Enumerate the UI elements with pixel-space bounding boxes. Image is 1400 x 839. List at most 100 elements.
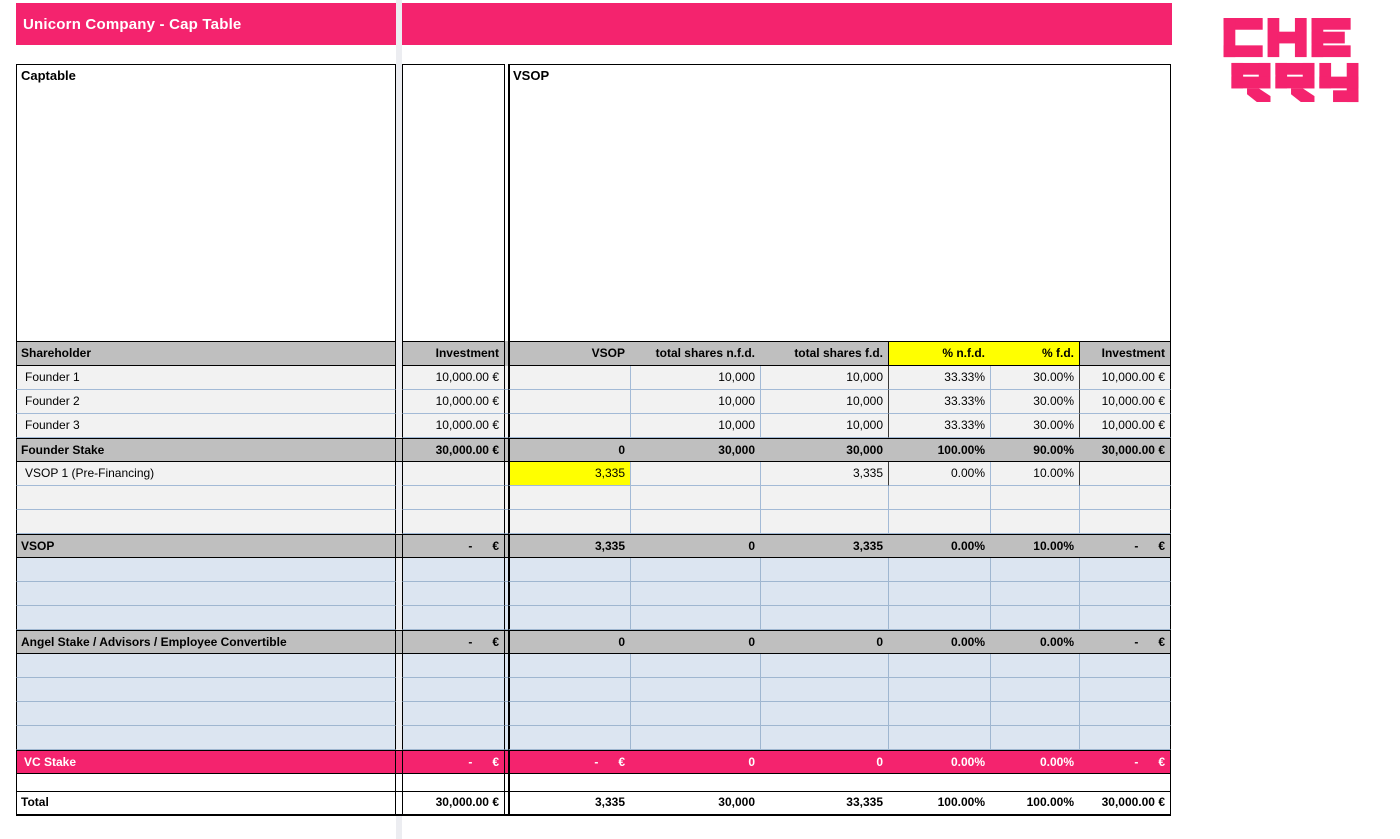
cell-pct_fd[interactable] <box>990 510 1079 534</box>
cell-pct_fd[interactable]: 10.00% <box>990 534 1079 558</box>
cell-pct_fd[interactable] <box>990 702 1079 726</box>
cell-investment[interactable]: 30,000.00 € <box>402 438 505 462</box>
cell-investment2[interactable]: - € <box>1079 630 1171 654</box>
cell-pct_fd[interactable] <box>990 726 1079 750</box>
cell-investment[interactable] <box>402 678 505 702</box>
cell-pct_nfd[interactable] <box>888 486 990 510</box>
cell-vsop[interactable]: 3,335 <box>508 791 630 816</box>
cell-shares_nfd[interactable] <box>630 582 760 606</box>
cell-investment2[interactable] <box>1079 486 1171 510</box>
cell-shares_nfd[interactable]: 0 <box>630 750 760 774</box>
cell-shares_fd[interactable] <box>760 702 888 726</box>
cell-pct_nfd[interactable] <box>888 582 990 606</box>
cell-vsop[interactable] <box>508 558 630 582</box>
cell-vsop[interactable] <box>508 366 630 390</box>
cell-name[interactable]: Founder 3 <box>16 414 396 438</box>
cell-shares_fd[interactable]: 33,335 <box>760 791 888 816</box>
column-header-investment[interactable]: Investment <box>402 341 505 366</box>
cell-pct_fd[interactable] <box>990 486 1079 510</box>
cell-name[interactable]: Angel Stake / Advisors / Employee Conver… <box>16 630 396 654</box>
cell-shares_fd[interactable] <box>760 726 888 750</box>
cell-blank[interactable] <box>760 64 888 341</box>
cell-vsop[interactable] <box>508 726 630 750</box>
cell-pct_nfd[interactable] <box>888 654 990 678</box>
cell-shares_nfd[interactable]: 0 <box>630 534 760 558</box>
cell-pct_nfd[interactable] <box>888 702 990 726</box>
cell-shares_fd[interactable] <box>760 558 888 582</box>
cell-investment2[interactable] <box>1079 654 1171 678</box>
cell-name[interactable]: Founder 2 <box>16 390 396 414</box>
cell-name[interactable] <box>16 582 396 606</box>
cell-shares_fd[interactable]: 10,000 <box>760 366 888 390</box>
cell-vsop[interactable] <box>508 654 630 678</box>
cell-pct_nfd[interactable]: 33.33% <box>888 414 990 438</box>
cell-investment[interactable] <box>402 510 505 534</box>
cell-pct_nfd[interactable] <box>888 606 990 630</box>
cell-shares_nfd[interactable] <box>630 678 760 702</box>
cell-shares_fd[interactable] <box>760 486 888 510</box>
column-header-pct_nfd[interactable]: % n.f.d. <box>888 341 990 366</box>
cell-shares_fd[interactable]: 0 <box>760 750 888 774</box>
cell-investment2[interactable] <box>1079 582 1171 606</box>
cell-blank[interactable] <box>630 64 760 341</box>
cell-name[interactable]: Total <box>16 791 396 816</box>
cell-investment[interactable]: 30,000.00 € <box>402 791 505 816</box>
cell-name[interactable]: Founder Stake <box>16 438 396 462</box>
cell-investment[interactable]: - € <box>402 750 505 774</box>
cell-shares_nfd[interactable] <box>630 558 760 582</box>
cell-vsop[interactable] <box>508 414 630 438</box>
cell-shares_fd[interactable]: 10,000 <box>760 414 888 438</box>
cell-vsop[interactable]: - € <box>508 750 630 774</box>
cell-investment2[interactable]: 30,000.00 € <box>1079 438 1171 462</box>
cell-investment2[interactable]: 10,000.00 € <box>1079 414 1171 438</box>
cell-vsop[interactable] <box>508 510 630 534</box>
cell-vsop[interactable] <box>508 678 630 702</box>
cell-name[interactable] <box>16 486 396 510</box>
cell-investment[interactable]: 10,000.00 € <box>402 414 505 438</box>
cell-investment2[interactable]: 10,000.00 € <box>1079 390 1171 414</box>
cell-shares_nfd[interactable] <box>630 702 760 726</box>
cell-pct_fd[interactable] <box>990 582 1079 606</box>
cell-pct_fd[interactable]: 30.00% <box>990 366 1079 390</box>
cell-name[interactable] <box>16 606 396 630</box>
column-header-shares_nfd[interactable]: total shares n.f.d. <box>630 341 760 366</box>
cell-pct_fd[interactable] <box>990 558 1079 582</box>
cell-investment[interactable] <box>402 64 505 341</box>
column-header-pct_fd[interactable]: % f.d. <box>990 341 1079 366</box>
cell-vsop[interactable] <box>508 606 630 630</box>
cell-vsop[interactable]: 3,335 <box>508 534 630 558</box>
cell-name[interactable] <box>16 774 396 791</box>
cell-shares_nfd[interactable] <box>630 726 760 750</box>
cell-shares_fd[interactable]: 30,000 <box>760 438 888 462</box>
cell-name[interactable]: VSOP <box>16 534 396 558</box>
cell-shares_fd[interactable]: 3,335 <box>760 462 888 486</box>
cell-shares_fd[interactable]: 3,335 <box>760 534 888 558</box>
cell-investment[interactable] <box>402 774 505 791</box>
cell-investment[interactable] <box>402 582 505 606</box>
cell-investment[interactable]: 10,000.00 € <box>402 390 505 414</box>
cell-name[interactable] <box>16 678 396 702</box>
cell-investment[interactable] <box>402 702 505 726</box>
captable-section-label[interactable]: Captable <box>16 64 396 341</box>
cell-shares_nfd[interactable] <box>630 486 760 510</box>
cell-name[interactable]: Founder 1 <box>16 366 396 390</box>
cell-vsop[interactable]: 0 <box>508 630 630 654</box>
cell-shares_nfd[interactable] <box>630 654 760 678</box>
cell-investment2[interactable]: - € <box>1079 534 1171 558</box>
cell-investment2[interactable]: 30,000.00 € <box>1079 791 1171 816</box>
cell-shares_fd[interactable] <box>760 510 888 534</box>
cell-shares_nfd[interactable]: 10,000 <box>630 366 760 390</box>
cell-pct_nfd[interactable] <box>888 510 990 534</box>
cell-pct_nfd[interactable]: 100.00% <box>888 791 990 816</box>
cell-investment[interactable]: - € <box>402 534 505 558</box>
cell-investment2[interactable] <box>1079 606 1171 630</box>
cell-name[interactable]: VSOP 1 (Pre-Financing) <box>16 462 396 486</box>
cell-pct_nfd[interactable] <box>888 774 990 791</box>
cell-shares_nfd[interactable]: 30,000 <box>630 791 760 816</box>
cell-investment2[interactable]: - € <box>1079 750 1171 774</box>
cell-pct_nfd[interactable] <box>888 726 990 750</box>
cell-pct_fd[interactable]: 10.00% <box>990 462 1079 486</box>
cell-pct_nfd[interactable]: 0.00% <box>888 630 990 654</box>
cell-investment2[interactable] <box>1079 678 1171 702</box>
cell-shares_nfd[interactable] <box>630 774 760 791</box>
